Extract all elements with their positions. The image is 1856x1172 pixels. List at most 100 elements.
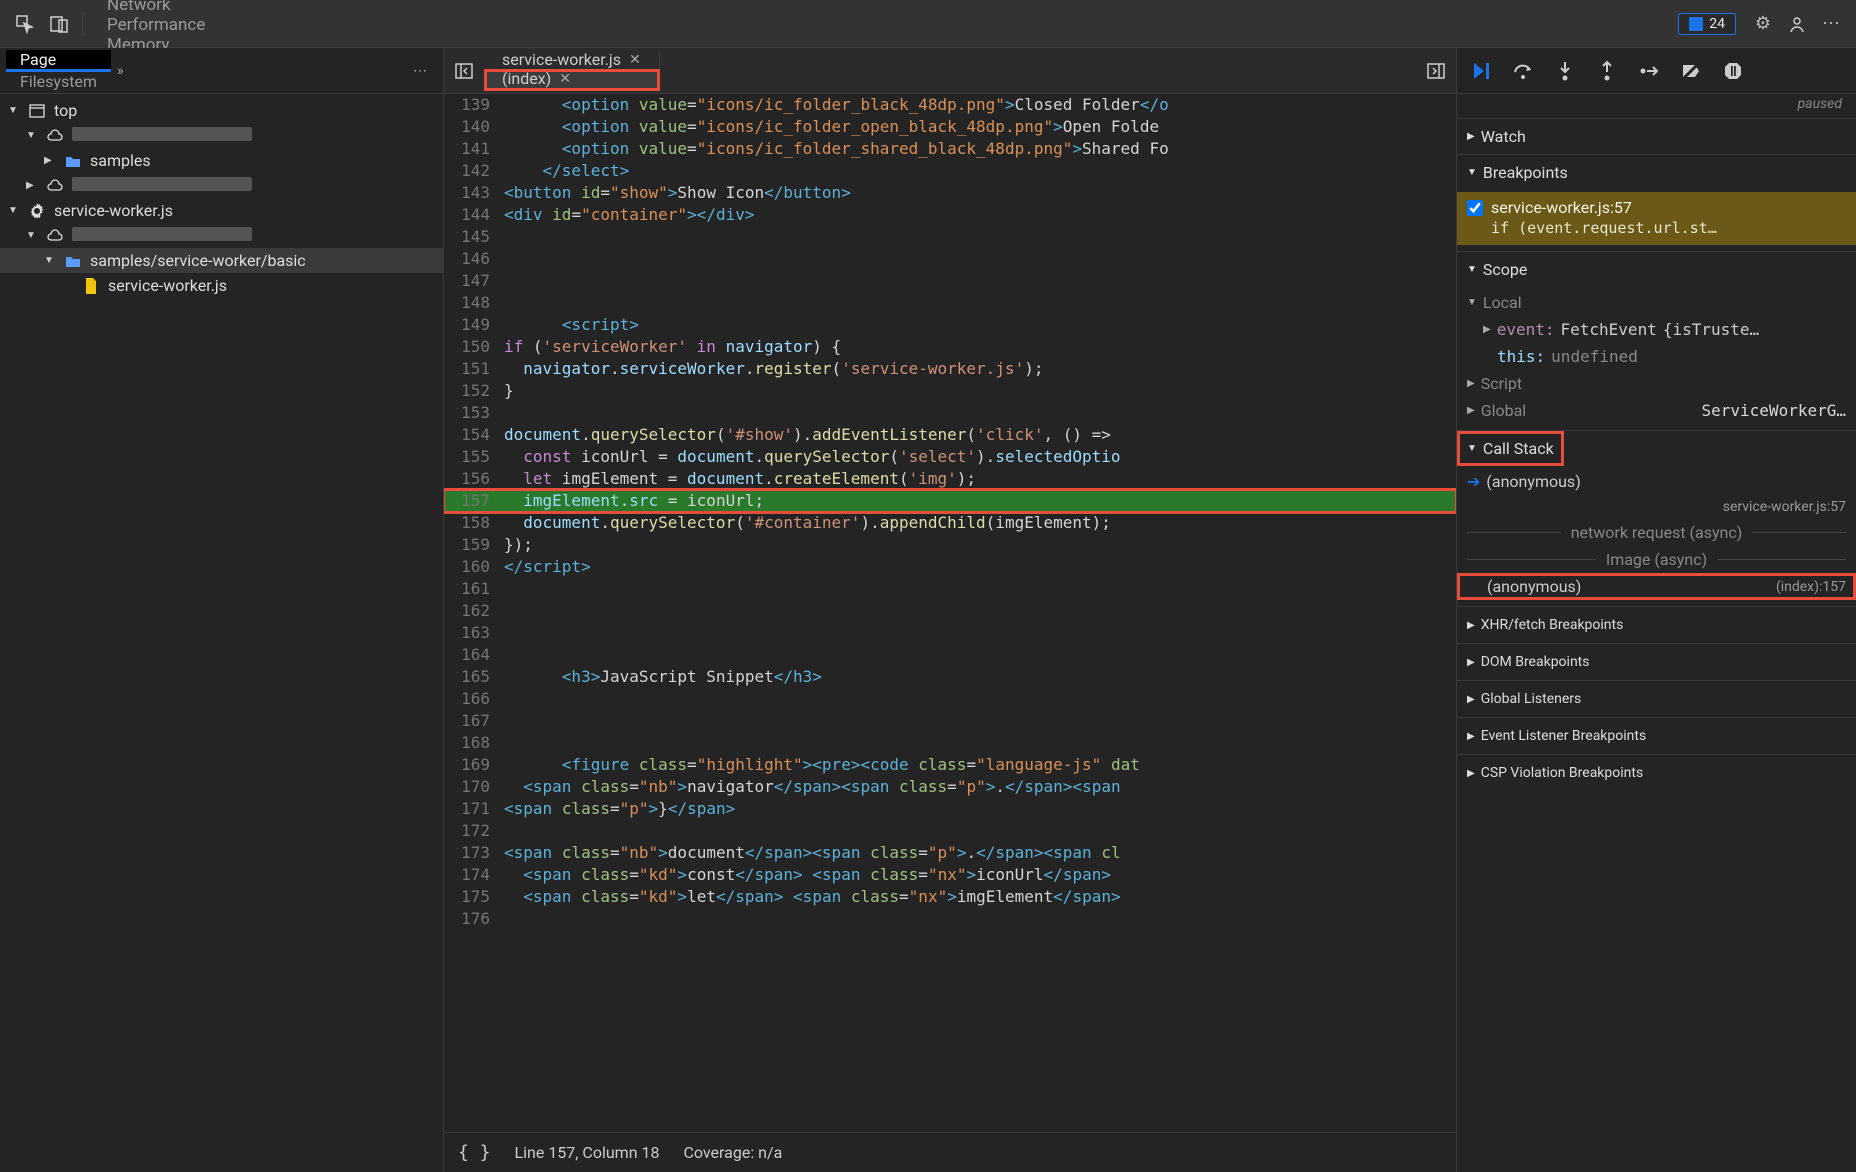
code-line[interactable]: 155 const iconUrl = document.querySelect… [444, 446, 1456, 468]
debug-section[interactable]: ▶Event Listener Breakpoints [1457, 717, 1856, 754]
line-number[interactable]: 148 [444, 292, 500, 314]
code-line[interactable]: 168 [444, 732, 1456, 754]
code-line[interactable]: 166 [444, 688, 1456, 710]
scope-local[interactable]: ▼Local [1457, 289, 1856, 316]
line-number[interactable]: 145 [444, 226, 500, 248]
code-line[interactable]: 157 imgElement.src = iconUrl; [444, 490, 1456, 512]
code-line[interactable]: 145 [444, 226, 1456, 248]
line-number[interactable]: 172 [444, 820, 500, 842]
pretty-print-icon[interactable]: { } [458, 1142, 491, 1163]
pause-exceptions-button[interactable] [1719, 57, 1747, 85]
disclosure-arrow-icon[interactable]: ▼ [26, 130, 38, 141]
code-line[interactable]: 164 [444, 644, 1456, 666]
breakpoints-section[interactable]: ▼Breakpoints [1457, 155, 1856, 190]
tree-row[interactable]: ▼top [0, 98, 443, 123]
nav-tab-page[interactable]: Page [6, 50, 111, 72]
disclosure-arrow-icon[interactable]: ▶ [44, 155, 56, 166]
code-line[interactable]: 165 <h3>JavaScript Snippet</h3> [444, 666, 1456, 688]
code-line[interactable]: 140 <option value="icons/ic_folder_open_… [444, 116, 1456, 138]
tree-row[interactable]: service-worker.js [0, 273, 443, 298]
line-number[interactable]: 139 [444, 94, 500, 116]
disclosure-arrow-icon[interactable]: ▼ [44, 255, 56, 266]
disclosure-arrow-icon[interactable]: ▼ [26, 230, 38, 241]
code-line[interactable]: 158 document.querySelector('#container')… [444, 512, 1456, 534]
inspect-element-icon[interactable] [8, 7, 42, 41]
toggle-navigator-icon[interactable] [444, 62, 484, 80]
tree-row[interactable]: ▼ [0, 123, 443, 148]
line-number[interactable]: 156 [444, 468, 500, 490]
scope-section[interactable]: ▼Scope [1457, 252, 1856, 287]
code-line[interactable]: 171<span class="p">}</span> [444, 798, 1456, 820]
tree-row[interactable]: ▼ [0, 223, 443, 248]
code-line[interactable]: 156 let imgElement = document.createElem… [444, 468, 1456, 490]
code-line[interactable]: 150if ('serviceWorker' in navigator) { [444, 336, 1456, 358]
code-line[interactable]: 173<span class="nb">document</span><span… [444, 842, 1456, 864]
line-number[interactable]: 165 [444, 666, 500, 688]
line-number[interactable]: 159 [444, 534, 500, 556]
disclosure-arrow-icon[interactable]: ▼ [8, 105, 20, 116]
line-number[interactable]: 154 [444, 424, 500, 446]
line-number[interactable]: 141 [444, 138, 500, 160]
line-number[interactable]: 170 [444, 776, 500, 798]
callstack-frame-bottom[interactable]: (anonymous) (index):157 [1457, 573, 1856, 600]
line-number[interactable]: 176 [444, 908, 500, 930]
account-icon[interactable] [1780, 7, 1814, 41]
disclosure-arrow-icon[interactable]: ▼ [8, 205, 20, 216]
line-number[interactable]: 163 [444, 622, 500, 644]
code-line[interactable]: 151 navigator.serviceWorker.register('se… [444, 358, 1456, 380]
code-line[interactable]: 169 <figure class="highlight"><pre><code… [444, 754, 1456, 776]
code-line[interactable]: 170 <span class="nb">navigator</span><sp… [444, 776, 1456, 798]
breakpoint-item[interactable]: service-worker.js:57 if (event.request.u… [1457, 192, 1856, 245]
tree-row[interactable]: ▶ [0, 173, 443, 198]
code-line[interactable]: 144<div id="container"></div> [444, 204, 1456, 226]
resume-button[interactable] [1467, 57, 1495, 85]
line-number[interactable]: 173 [444, 842, 500, 864]
file-tab[interactable]: service-worker.js✕ [484, 50, 660, 69]
code-line[interactable]: 162 [444, 600, 1456, 622]
code-line[interactable]: 160</script> [444, 556, 1456, 578]
close-tab-icon[interactable]: ✕ [559, 71, 571, 87]
line-number[interactable]: 152 [444, 380, 500, 402]
navigator-overflow-icon[interactable]: ⋯ [403, 63, 437, 79]
line-number[interactable]: 167 [444, 710, 500, 732]
line-number[interactable]: 150 [444, 336, 500, 358]
code-line[interactable]: 161 [444, 578, 1456, 600]
line-number[interactable]: 162 [444, 600, 500, 622]
code-line[interactable]: 176 [444, 908, 1456, 930]
code-line[interactable]: 174 <span class="kd">const</span> <span … [444, 864, 1456, 886]
line-number[interactable]: 166 [444, 688, 500, 710]
code-editor[interactable]: 139 <option value="icons/ic_folder_black… [444, 94, 1456, 1132]
line-number[interactable]: 158 [444, 512, 500, 534]
code-line[interactable]: 149 <script> [444, 314, 1456, 336]
code-line[interactable]: 139 <option value="icons/ic_folder_black… [444, 94, 1456, 116]
top-tab-performance[interactable]: Performance [89, 15, 223, 35]
code-line[interactable]: 163 [444, 622, 1456, 644]
watch-section[interactable]: ▶Watch [1457, 119, 1856, 154]
step-out-button[interactable] [1593, 57, 1621, 85]
file-tab[interactable]: (index)✕ [484, 69, 660, 91]
line-number[interactable]: 161 [444, 578, 500, 600]
line-number[interactable]: 175 [444, 886, 500, 908]
breakpoint-checkbox[interactable] [1467, 200, 1483, 216]
line-number[interactable]: 153 [444, 402, 500, 424]
callstack-section[interactable]: ▼Call Stack [1457, 431, 1564, 466]
scope-global[interactable]: ▶GlobalServiceWorkerG… [1457, 397, 1856, 424]
line-number[interactable]: 146 [444, 248, 500, 270]
code-line[interactable]: 152} [444, 380, 1456, 402]
more-menu-icon[interactable]: ⋯ [1814, 7, 1848, 41]
line-number[interactable]: 143 [444, 182, 500, 204]
line-number[interactable]: 144 [444, 204, 500, 226]
step-over-button[interactable] [1509, 57, 1537, 85]
line-number[interactable]: 168 [444, 732, 500, 754]
disclosure-arrow-icon[interactable]: ▶ [26, 180, 38, 191]
line-number[interactable]: 155 [444, 446, 500, 468]
issues-badge[interactable]: 24 [1678, 13, 1736, 35]
step-button[interactable] [1635, 57, 1663, 85]
line-number[interactable]: 164 [444, 644, 500, 666]
code-line[interactable]: 175 <span class="kd">let</span> <span cl… [444, 886, 1456, 908]
code-line[interactable]: 153 [444, 402, 1456, 424]
callstack-frame-top[interactable]: ➔ (anonymous) [1457, 468, 1856, 495]
line-number[interactable]: 147 [444, 270, 500, 292]
line-number[interactable]: 169 [444, 754, 500, 776]
code-line[interactable]: 141 <option value="icons/ic_folder_share… [444, 138, 1456, 160]
